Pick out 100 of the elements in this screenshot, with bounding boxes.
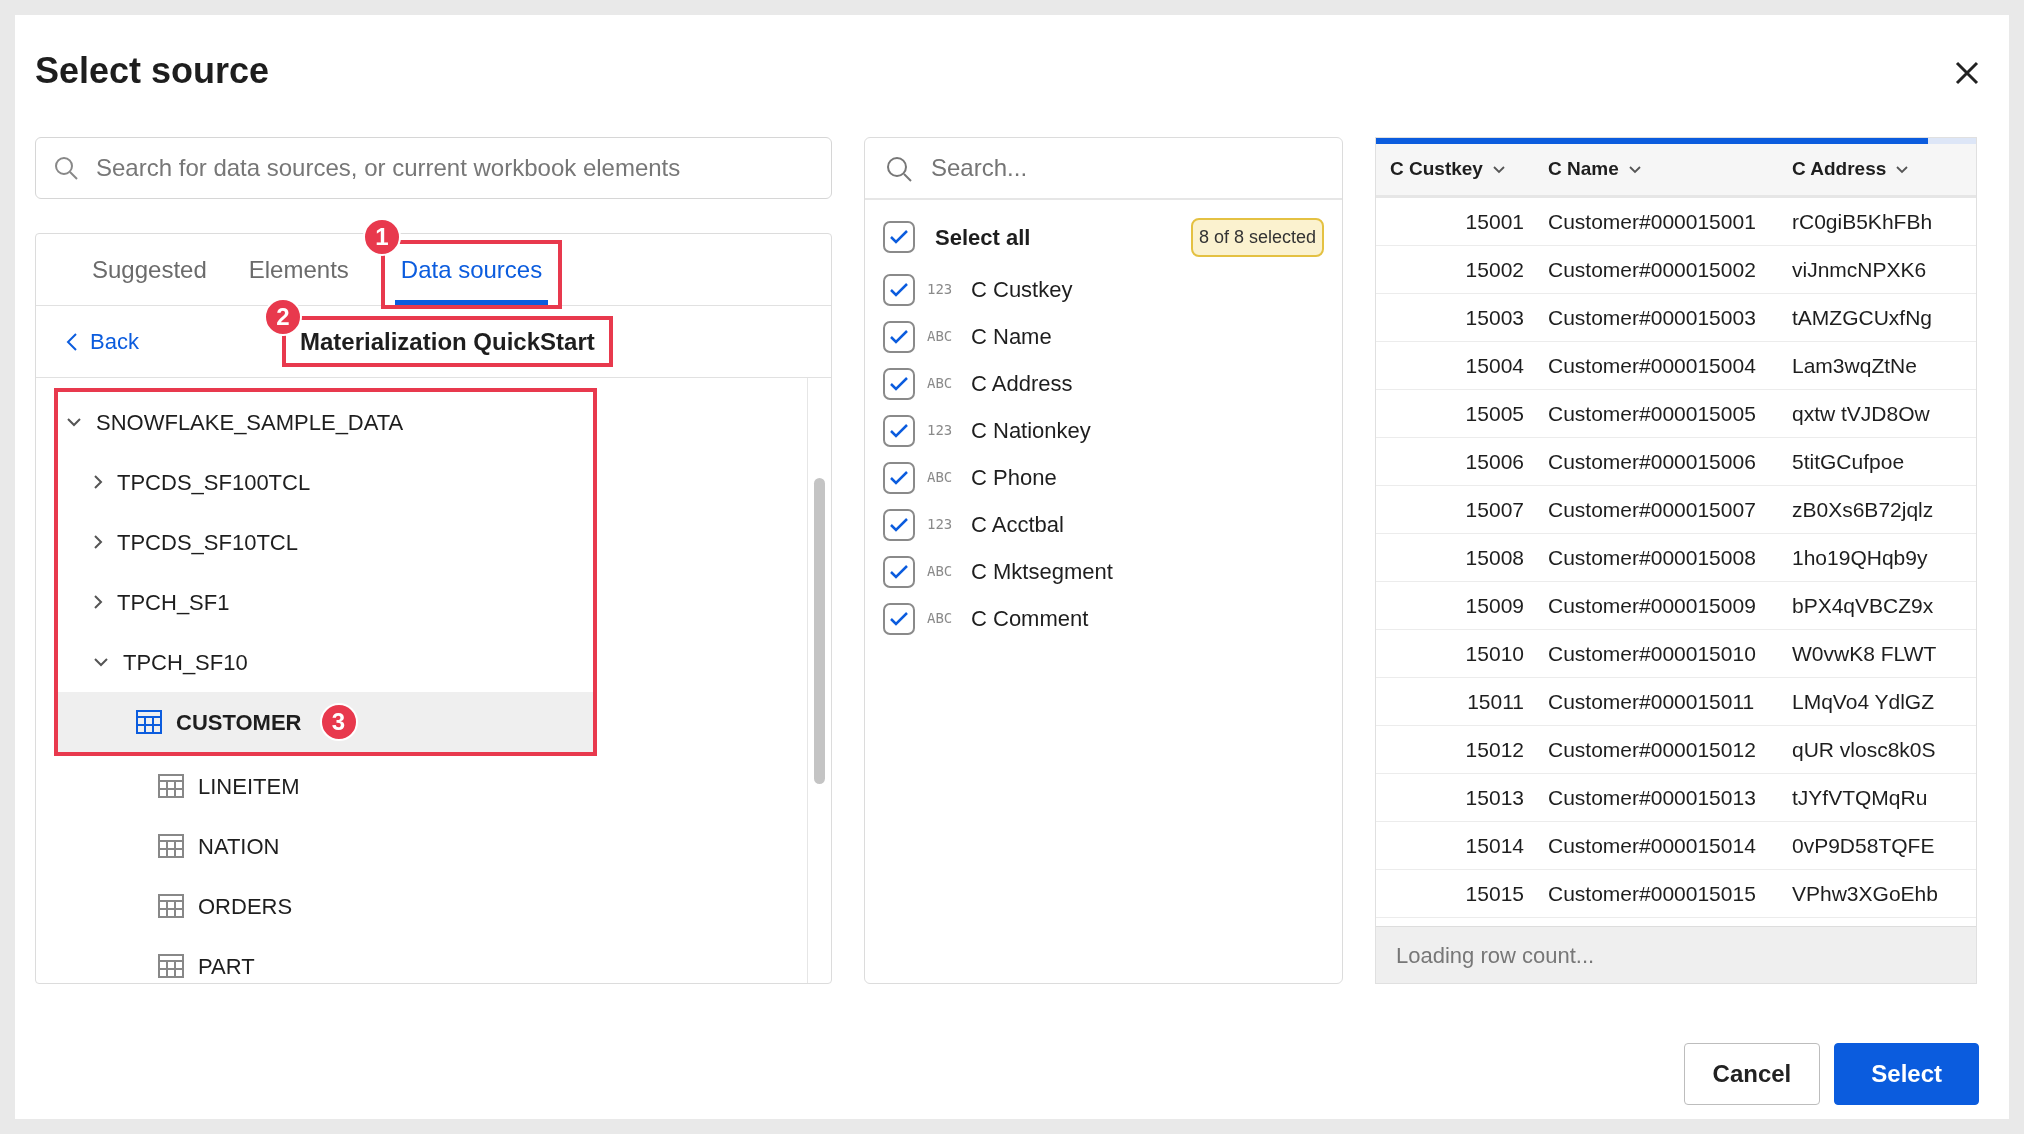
table-cell-text: Customer#000015002 xyxy=(1547,256,1757,283)
checkbox[interactable] xyxy=(883,221,915,253)
checkbox[interactable] xyxy=(883,461,915,494)
table-cell-text: 5titGCufpoe xyxy=(1791,448,1906,475)
table-cell-text: 15015 xyxy=(1464,880,1525,907)
check-icon xyxy=(889,563,909,580)
search-icon xyxy=(885,155,913,183)
checkbox[interactable] xyxy=(883,367,915,400)
check-icon xyxy=(889,610,909,627)
check-icon xyxy=(889,328,909,345)
check-icon xyxy=(889,422,909,439)
table-item[interactable]: LINEITEM xyxy=(198,769,300,803)
checkbox[interactable] xyxy=(883,602,915,635)
table-cell-text: qxtw tVJD8Ow xyxy=(1791,400,1931,427)
type-label: 123 xyxy=(927,515,954,534)
table-cell-text: 15007 xyxy=(1464,496,1525,523)
column-header[interactable]: C Custkey xyxy=(1390,155,1483,184)
table-cell-text: 15005 xyxy=(1464,400,1525,427)
column-name[interactable]: C Name xyxy=(971,320,1052,353)
tab[interactable]: Data sources xyxy=(394,252,549,305)
table-cell-text: 1ho19QHqb9y xyxy=(1791,544,1929,571)
column-name[interactable]: C Comment xyxy=(971,602,1089,635)
search-field[interactable]: Search for data sources, or current workbook elements xyxy=(35,137,832,199)
table-cell-text: 15011 xyxy=(1466,688,1525,715)
column-name[interactable]: C Acctbal xyxy=(971,508,1064,541)
check-icon xyxy=(889,375,909,392)
chevron-down-icon[interactable] xyxy=(1896,165,1909,174)
check-icon xyxy=(889,469,909,486)
table-item[interactable]: ORDERS xyxy=(198,889,293,923)
row-count-status: Loading row count... xyxy=(1376,926,1976,983)
chevron-right-icon[interactable] xyxy=(93,594,103,610)
type-label: 123 xyxy=(927,280,954,299)
type-label: ABC xyxy=(927,327,954,346)
step-number-badge: 1 xyxy=(362,218,401,256)
tree-item[interactable]: TPCH_SF1 xyxy=(117,585,230,619)
checkbox[interactable] xyxy=(883,555,915,588)
column-name[interactable]: C Mktsegment xyxy=(971,555,1113,588)
table-item[interactable]: PART xyxy=(198,949,255,983)
select-all-label[interactable]: Select all xyxy=(935,220,1031,254)
chevron-down-icon[interactable] xyxy=(1628,165,1641,174)
column-header[interactable]: C Address xyxy=(1792,155,1887,184)
table-item[interactable]: NATION xyxy=(198,829,280,863)
checkbox[interactable] xyxy=(883,320,915,353)
type-label: ABC xyxy=(927,609,954,628)
tree-item[interactable]: TPCH_SF10 xyxy=(123,645,248,679)
table-cell-text: tAMZGCUxfNg xyxy=(1791,304,1933,331)
table-cell-text: viJnmcNPXK6 xyxy=(1791,256,1928,283)
table-cell-text: 15013 xyxy=(1464,784,1525,811)
table-cell-text: zB0Xs6B72jqlz xyxy=(1791,496,1935,523)
chevron-down-icon[interactable] xyxy=(66,417,82,427)
table-cell-text: Customer#000015012 xyxy=(1547,736,1757,763)
check-icon xyxy=(889,516,909,533)
selection-count: 8 of 8 selected xyxy=(1190,217,1324,257)
table-cell-text: 15001 xyxy=(1464,208,1525,235)
type-label: 123 xyxy=(927,421,954,440)
table-cell-text: Customer#000015005 xyxy=(1547,400,1757,427)
tree-item[interactable]: SNOWFLAKE_SAMPLE_DATA xyxy=(96,405,404,439)
chevron-down-icon[interactable] xyxy=(1492,165,1505,174)
table-cell-text: Customer#000015011 xyxy=(1547,688,1756,715)
table-cell-text: Customer#000015003 xyxy=(1547,304,1757,331)
checkbox[interactable] xyxy=(883,414,915,447)
column-name[interactable]: C Custkey xyxy=(971,273,1073,306)
tree-item[interactable]: TPCDS_SF10TCL xyxy=(117,525,298,559)
chevron-right-icon[interactable] xyxy=(93,474,103,490)
select-button[interactable]: Select xyxy=(1834,1043,1979,1105)
table-cell-text: Customer#000015008 xyxy=(1547,544,1757,571)
checkbox[interactable] xyxy=(883,273,915,306)
table-item[interactable]: CUSTOMER xyxy=(176,705,302,739)
column-name[interactable]: C Phone xyxy=(971,461,1057,494)
column-name[interactable]: C Address xyxy=(971,367,1073,400)
type-label: ABC xyxy=(927,374,954,393)
tab[interactable]: Suggested xyxy=(86,252,213,305)
table-cell-text: tJYfVTQMqRu xyxy=(1791,784,1929,811)
search-icon xyxy=(53,155,79,181)
table-cell-text: Customer#000015009 xyxy=(1547,592,1757,619)
table-cell-text: qUR vlosc8k0S xyxy=(1791,736,1937,763)
step-number-badge: 3 xyxy=(319,703,358,741)
chevron-right-icon[interactable] xyxy=(93,534,103,550)
check-icon xyxy=(889,229,909,245)
table-cell-text: VPhw3XGoEhb xyxy=(1791,880,1939,907)
checkbox[interactable] xyxy=(883,508,915,541)
column-name[interactable]: C Nationkey xyxy=(971,414,1091,447)
dialog-title: Select source xyxy=(35,49,270,93)
table-cell-text: 15004 xyxy=(1464,352,1525,379)
table-cell-text: Customer#000015015 xyxy=(1547,880,1757,907)
column-search-field[interactable]: Search... xyxy=(865,138,1342,200)
table-cell-text: 15014 xyxy=(1464,832,1525,859)
tree-item[interactable]: TPCDS_SF100TCL xyxy=(117,465,311,499)
table-cell-text: 15002 xyxy=(1464,256,1525,283)
column-header[interactable]: C Name xyxy=(1548,155,1619,184)
chevron-left-icon xyxy=(66,331,78,352)
table-cell-text: Lam3wqZtNe xyxy=(1791,352,1918,379)
table-cell-text: Customer#000015010 xyxy=(1547,640,1757,667)
table-cell-text: Customer#000015001 xyxy=(1547,208,1757,235)
chevron-down-icon[interactable] xyxy=(93,657,109,667)
cancel-button[interactable]: Cancel xyxy=(1683,1043,1821,1105)
table-cell-text: Customer#000015006 xyxy=(1547,448,1757,475)
table-cell-text: 15010 xyxy=(1464,640,1525,667)
table-cell-text: Customer#000015007 xyxy=(1547,496,1757,523)
table-cell-text: 15012 xyxy=(1464,736,1525,763)
